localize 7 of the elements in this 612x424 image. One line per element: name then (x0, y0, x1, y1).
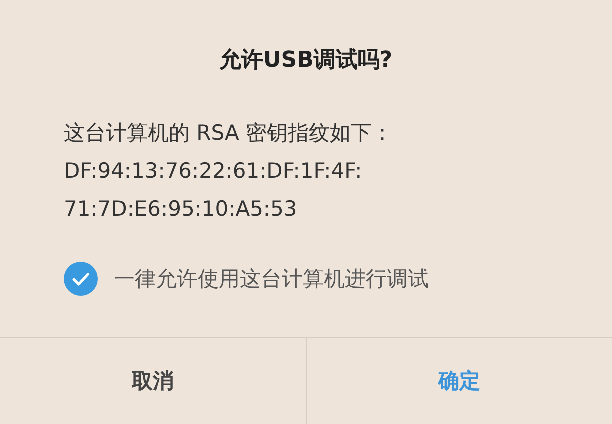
checkbox[interactable] (64, 262, 98, 296)
checkbox-label: 一律允许使用这台计算机进行调试 (114, 266, 429, 293)
message-text: 这台计算机的 RSA 密钥指纹如下： (64, 120, 394, 147)
fingerprint-text: 71:7D:E6:95:10:A5:53 (64, 196, 298, 223)
dialog-title: 允许USB调试吗? (218, 47, 394, 75)
cancel-button[interactable]: 取消 (0, 338, 306, 424)
fingerprint-text: DF:94:13:76:22:61:DF:1F:4F: (64, 158, 364, 185)
